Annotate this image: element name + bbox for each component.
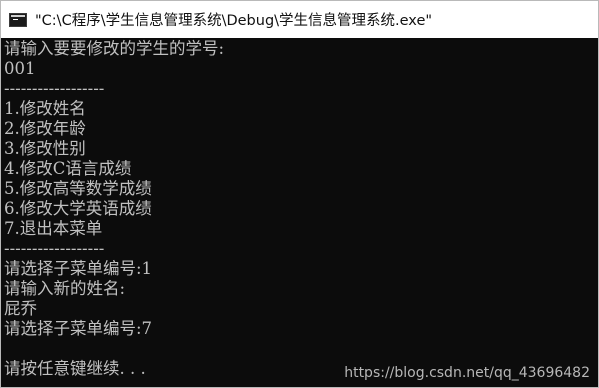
press-any-key-prompt: 请按任意键继续. . . bbox=[4, 359, 146, 378]
console-window: "C:\C程序\学生信息管理系统\Debug\学生信息管理系统.exe" 请输入… bbox=[0, 0, 599, 388]
menu-item-edit-age: 2.修改年龄 bbox=[4, 119, 86, 138]
console-line: 请选择子菜单编号:7 bbox=[4, 319, 153, 338]
menu-item-edit-name: 1.修改姓名 bbox=[4, 99, 86, 118]
console-line: 请输入新的姓名: bbox=[4, 279, 126, 298]
console-line: 001 bbox=[4, 59, 36, 78]
console-separator: ------------------ bbox=[4, 239, 105, 258]
watermark: https://blog.csdn.net/qq_43696482 bbox=[344, 365, 590, 381]
title-bar[interactable]: "C:\C程序\学生信息管理系统\Debug\学生信息管理系统.exe" bbox=[1, 1, 598, 38]
menu-item-exit: 7.退出本菜单 bbox=[4, 219, 103, 238]
menu-item-edit-c-score: 4.修改C语言成绩 bbox=[4, 159, 132, 178]
menu-item-edit-english-score: 6.修改大学英语成绩 bbox=[4, 199, 152, 218]
console-line: 请选择子菜单编号:1 bbox=[4, 259, 153, 278]
menu-item-edit-gender: 3.修改性别 bbox=[4, 139, 86, 158]
console-separator: ------------------ bbox=[4, 79, 105, 98]
menu-item-edit-math-score: 5.修改高等数学成绩 bbox=[4, 179, 152, 198]
window-title: "C:\C程序\学生信息管理系统\Debug\学生信息管理系统.exe" bbox=[35, 13, 433, 29]
console-line: 请输入要要修改的学生的学号: bbox=[4, 39, 225, 58]
console-line: 屁乔 bbox=[4, 299, 37, 318]
console-output[interactable]: 请输入要要修改的学生的学号: 001 ------------------ 1.… bbox=[4, 39, 598, 387]
console-app-icon bbox=[9, 12, 27, 27]
